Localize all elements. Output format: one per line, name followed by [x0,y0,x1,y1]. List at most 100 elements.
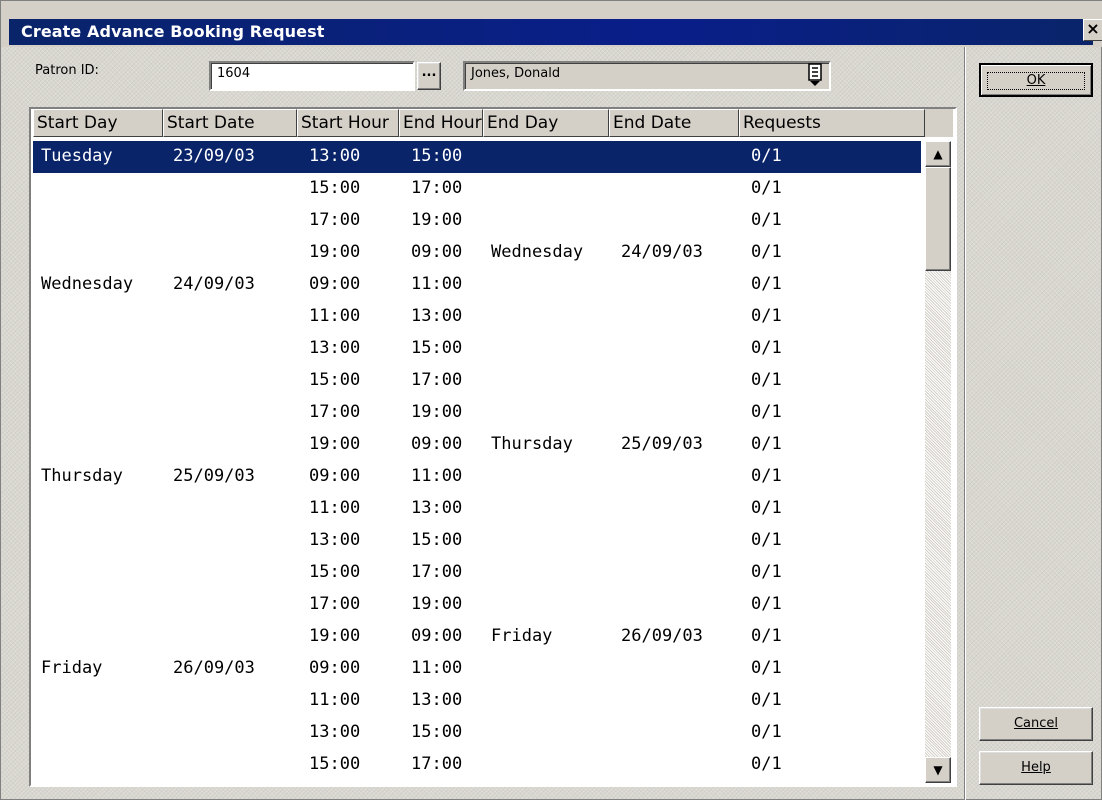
table-row[interactable]: 19:00 09:00 Thursday 25/09/03 0/1 [33,429,921,461]
cell-start-date: 25/09/03 [173,466,255,486]
cell-start-hour: 19:00 [309,626,361,646]
patron-name-value: Jones, Donald [471,66,561,81]
cell-end-date: 25/09/03 [621,434,703,454]
cell-start-hour: 09:00 [309,658,361,678]
cell-end-hour: 17:00 [411,562,463,582]
table-row[interactable]: 13:00 15:00 0/1 [33,717,921,749]
cell-start-hour: 09:00 [309,466,361,486]
cell-requests: 0/1 [751,434,782,454]
grid-rows: Tuesday 23/09/03 13:00 15:00 0/1 15:00 17:00 0/… [33,141,921,781]
table-row[interactable]: 11:00 13:00 0/1 [33,493,921,525]
table-row[interactable]: 13:00 15:00 0/1 [33,333,921,365]
table-row[interactable]: 15:00 17:00 0/1 [33,365,921,397]
cell-start-hour: 15:00 [309,754,361,774]
cell-end-hour: 15:00 [411,338,463,358]
patron-lookup-button[interactable]: ... [417,62,441,90]
cell-end-hour: 13:00 [411,306,463,326]
table-row[interactable]: 17:00 19:00 0/1 [33,205,921,237]
cell-start-hour: 11:00 [309,498,361,518]
column-header-requests[interactable]: Requests [739,109,925,137]
table-row[interactable]: Wednesday 24/09/03 09:00 11:00 0/1 [33,269,921,301]
cell-start-day: Tuesday [41,146,113,166]
vertical-scrollbar[interactable]: ▲ ▼ [925,141,951,783]
cell-start-day: Friday [41,658,103,678]
close-icon[interactable]: × [1083,19,1102,41]
cell-end-hour: 09:00 [411,242,463,262]
cell-requests: 0/1 [751,242,782,262]
cell-start-hour: 11:00 [309,690,361,710]
scroll-down-icon[interactable]: ▼ [925,757,951,783]
cell-end-hour: 13:00 [411,690,463,710]
table-row[interactable]: 17:00 19:00 0/1 [33,397,921,429]
cell-requests: 0/1 [751,274,782,294]
cell-start-hour: 15:00 [309,178,361,198]
cell-end-hour: 09:00 [411,626,463,646]
cell-requests: 0/1 [751,466,782,486]
cell-requests: 0/1 [751,722,782,742]
cell-end-hour: 17:00 [411,370,463,390]
title-bar-frame: Create Advance Booking Request × [1,1,1102,47]
cell-requests: 0/1 [751,146,782,166]
column-header-end-day[interactable]: End Day [483,109,609,137]
cell-start-hour: 17:00 [309,210,361,230]
cell-requests: 0/1 [751,626,782,646]
ok-button[interactable]: OK [979,63,1093,97]
patron-name-field: Jones, Donald [463,61,831,91]
grid-header: Start Day Start Date Start Hour End Hour… [33,109,953,137]
cell-end-hour: 17:00 [411,178,463,198]
cell-start-hour: 09:00 [309,274,361,294]
scroll-up-icon[interactable]: ▲ [925,141,951,167]
cell-requests: 0/1 [751,658,782,678]
cell-requests: 0/1 [751,178,782,198]
patron-id-label: Patron ID: [35,63,99,78]
table-row[interactable]: Thursday 25/09/03 09:00 11:00 0/1 [33,461,921,493]
table-row[interactable]: 11:00 13:00 0/1 [33,685,921,717]
cancel-button[interactable]: Cancel [979,707,1093,741]
cell-start-date: 23/09/03 [173,146,255,166]
cell-start-hour: 11:00 [309,306,361,326]
cell-end-hour: 13:00 [411,498,463,518]
table-row[interactable]: Tuesday 23/09/03 13:00 15:00 0/1 [33,141,921,173]
column-header-start-date[interactable]: Start Date [163,109,297,137]
cell-start-hour: 19:00 [309,242,361,262]
cell-start-date: 26/09/03 [173,658,255,678]
column-header-start-hour[interactable]: Start Hour [297,109,399,137]
cell-start-hour: 15:00 [309,370,361,390]
vertical-divider [964,47,966,800]
cell-end-day: Wednesday [491,242,584,262]
column-header-start-day[interactable]: Start Day [33,109,163,137]
cell-requests: 0/1 [751,530,782,550]
table-row[interactable]: 19:00 09:00 Wednesday 24/09/03 0/1 [33,237,921,269]
cell-end-hour: 11:00 [411,274,463,294]
table-row[interactable]: 15:00 17:00 0/1 [33,557,921,589]
help-button[interactable]: Help [979,751,1093,785]
table-row[interactable]: 15:00 17:00 0/1 [33,173,921,205]
cell-end-hour: 19:00 [411,594,463,614]
cell-start-hour: 15:00 [309,562,361,582]
booking-slots-grid: Start Day Start Date Start Hour End Hour… [29,107,957,787]
column-header-end-hour[interactable]: End Hour [399,109,483,137]
cell-end-date: 24/09/03 [621,242,703,262]
cell-requests: 0/1 [751,690,782,710]
table-row[interactable]: 17:00 19:00 0/1 [33,589,921,621]
patron-id-input[interactable]: 1604 [209,61,415,91]
dialog-window: Create Advance Booking Request × Patron … [0,0,1102,800]
cell-start-day: Wednesday [41,274,134,294]
table-row[interactable]: 13:00 15:00 0/1 [33,525,921,557]
cell-end-hour: 11:00 [411,658,463,678]
table-row[interactable]: 19:00 09:00 Friday 26/09/03 0/1 [33,621,921,653]
table-row[interactable]: 15:00 17:00 0/1 [33,749,921,781]
list-dropdown-icon[interactable] [807,63,823,87]
column-header-end-date[interactable]: End Date [609,109,739,137]
table-row[interactable]: 11:00 13:00 0/1 [33,301,921,333]
cell-end-day: Friday [491,626,553,646]
cell-start-hour: 13:00 [309,146,361,166]
cell-start-date: 24/09/03 [173,274,255,294]
ok-button-label: OK [987,72,1085,90]
cell-requests: 0/1 [751,498,782,518]
cell-end-hour: 15:00 [411,722,463,742]
cell-requests: 0/1 [751,754,782,774]
cell-end-hour: 15:00 [411,530,463,550]
scrollbar-thumb[interactable] [925,167,951,271]
table-row[interactable]: Friday 26/09/03 09:00 11:00 0/1 [33,653,921,685]
